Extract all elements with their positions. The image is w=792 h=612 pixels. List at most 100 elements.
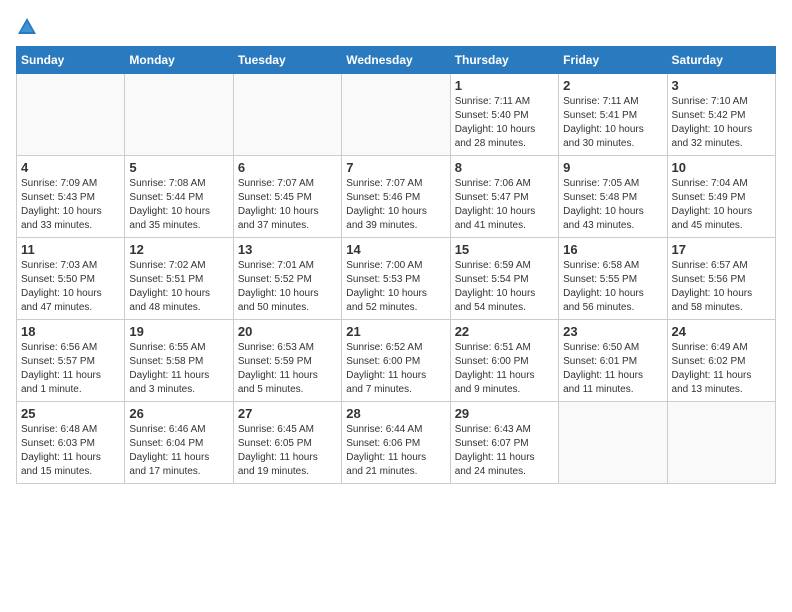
- day-number: 25: [21, 406, 120, 421]
- weekday-header-wednesday: Wednesday: [342, 47, 450, 74]
- calendar-cell: 14 Sunrise: 7:00 AM Sunset: 5:53 PM Dayli…: [342, 238, 450, 320]
- calendar-cell: 18 Sunrise: 6:56 AM Sunset: 5:57 PM Dayli…: [17, 320, 125, 402]
- calendar-cell: 2Sunrise: 7:11 AM Sunset: 5:41 PM Daylig…: [559, 74, 667, 156]
- day-number: 8: [455, 160, 554, 175]
- day-number: 22: [455, 324, 554, 339]
- calendar-cell: [125, 74, 233, 156]
- day-number: 16: [563, 242, 662, 257]
- calendar-cell: 27 Sunrise: 6:45 AM Sunset: 6:05 PM Dayli…: [233, 402, 341, 484]
- calendar-cell: 25 Sunrise: 6:48 AM Sunset: 6:03 PM Dayli…: [17, 402, 125, 484]
- day-info: Sunrise: 7:05 AM Sunset: 5:48 PM Dayligh…: [563, 177, 662, 233]
- day-info: Sunrise: 6:49 AM Sunset: 6:02 PM Dayligh…: [672, 341, 771, 397]
- day-number: 27: [238, 406, 337, 421]
- day-number: 24: [672, 324, 771, 339]
- day-info: Sunrise: 6:55 AM Sunset: 5:58 PM Dayligh…: [129, 341, 228, 397]
- week-row-2: 11 Sunrise: 7:03 AM Sunset: 5:50 PM Dayli…: [17, 238, 776, 320]
- logo: [16, 16, 42, 38]
- day-number: 6: [238, 160, 337, 175]
- day-info: Sunrise: 7:08 AM Sunset: 5:44 PM Dayligh…: [129, 177, 228, 233]
- day-info: Sunrise: 6:50 AM Sunset: 6:01 PM Dayligh…: [563, 341, 662, 397]
- day-info: Sunrise: 6:58 AM Sunset: 5:55 PM Dayligh…: [563, 259, 662, 315]
- day-info: Sunrise: 7:03 AM Sunset: 5:50 PM Dayligh…: [21, 259, 120, 315]
- day-info: Sunrise: 6:46 AM Sunset: 6:04 PM Dayligh…: [129, 423, 228, 479]
- day-info: Sunrise: 6:44 AM Sunset: 6:06 PM Dayligh…: [346, 423, 445, 479]
- day-number: 10: [672, 160, 771, 175]
- header: [16, 16, 776, 38]
- day-number: 12: [129, 242, 228, 257]
- day-info: Sunrise: 7:02 AM Sunset: 5:51 PM Dayligh…: [129, 259, 228, 315]
- calendar-cell: 26Sunrise: 6:46 AM Sunset: 6:04 PM Dayli…: [125, 402, 233, 484]
- day-number: 11: [21, 242, 120, 257]
- day-number: 21: [346, 324, 445, 339]
- day-info: Sunrise: 7:06 AM Sunset: 5:47 PM Dayligh…: [455, 177, 554, 233]
- day-number: 29: [455, 406, 554, 421]
- day-number: 5: [129, 160, 228, 175]
- day-number: 13: [238, 242, 337, 257]
- calendar-cell: 17 Sunrise: 6:57 AM Sunset: 5:56 PM Dayli…: [667, 238, 775, 320]
- day-info: Sunrise: 6:48 AM Sunset: 6:03 PM Dayligh…: [21, 423, 120, 479]
- day-info: Sunrise: 6:45 AM Sunset: 6:05 PM Dayligh…: [238, 423, 337, 479]
- calendar-cell: 19 Sunrise: 6:55 AM Sunset: 5:58 PM Dayli…: [125, 320, 233, 402]
- day-number: 28: [346, 406, 445, 421]
- weekday-header-row: SundayMondayTuesdayWednesdayThursdayFrid…: [17, 47, 776, 74]
- week-row-1: 4 Sunrise: 7:09 AM Sunset: 5:43 PM Daylig…: [17, 156, 776, 238]
- weekday-header-thursday: Thursday: [450, 47, 558, 74]
- day-info: Sunrise: 7:01 AM Sunset: 5:52 PM Dayligh…: [238, 259, 337, 315]
- day-info: Sunrise: 7:04 AM Sunset: 5:49 PM Dayligh…: [672, 177, 771, 233]
- calendar-cell: 15 Sunrise: 6:59 AM Sunset: 5:54 PM Dayli…: [450, 238, 558, 320]
- calendar-cell: 10 Sunrise: 7:04 AM Sunset: 5:49 PM Dayli…: [667, 156, 775, 238]
- day-info: Sunrise: 7:10 AM Sunset: 5:42 PM Dayligh…: [672, 95, 771, 151]
- calendar-cell: 12 Sunrise: 7:02 AM Sunset: 5:51 PM Dayli…: [125, 238, 233, 320]
- calendar-cell: 24 Sunrise: 6:49 AM Sunset: 6:02 PM Dayli…: [667, 320, 775, 402]
- calendar-cell: 28 Sunrise: 6:44 AM Sunset: 6:06 PM Dayli…: [342, 402, 450, 484]
- logo-icon: [16, 16, 38, 38]
- day-info: Sunrise: 7:07 AM Sunset: 5:46 PM Dayligh…: [346, 177, 445, 233]
- day-number: 14: [346, 242, 445, 257]
- day-info: Sunrise: 6:53 AM Sunset: 5:59 PM Dayligh…: [238, 341, 337, 397]
- calendar-cell: [667, 402, 775, 484]
- calendar-cell: [233, 74, 341, 156]
- weekday-header-saturday: Saturday: [667, 47, 775, 74]
- week-row-4: 25 Sunrise: 6:48 AM Sunset: 6:03 PM Dayli…: [17, 402, 776, 484]
- day-info: Sunrise: 7:00 AM Sunset: 5:53 PM Dayligh…: [346, 259, 445, 315]
- day-info: Sunrise: 6:57 AM Sunset: 5:56 PM Dayligh…: [672, 259, 771, 315]
- calendar-cell: 22 Sunrise: 6:51 AM Sunset: 6:00 PM Dayli…: [450, 320, 558, 402]
- calendar-cell: 1Sunrise: 7:11 AM Sunset: 5:40 PM Daylig…: [450, 74, 558, 156]
- calendar-cell: 23 Sunrise: 6:50 AM Sunset: 6:01 PM Dayli…: [559, 320, 667, 402]
- calendar-cell: [17, 74, 125, 156]
- calendar-cell: 8 Sunrise: 7:06 AM Sunset: 5:47 PM Daylig…: [450, 156, 558, 238]
- calendar-cell: 7 Sunrise: 7:07 AM Sunset: 5:46 PM Daylig…: [342, 156, 450, 238]
- calendar-cell: 9 Sunrise: 7:05 AM Sunset: 5:48 PM Daylig…: [559, 156, 667, 238]
- calendar-cell: 13 Sunrise: 7:01 AM Sunset: 5:52 PM Dayli…: [233, 238, 341, 320]
- day-number: 9: [563, 160, 662, 175]
- week-row-3: 18 Sunrise: 6:56 AM Sunset: 5:57 PM Dayli…: [17, 320, 776, 402]
- weekday-header-monday: Monday: [125, 47, 233, 74]
- day-info: Sunrise: 7:09 AM Sunset: 5:43 PM Dayligh…: [21, 177, 120, 233]
- day-number: 23: [563, 324, 662, 339]
- week-row-0: 1Sunrise: 7:11 AM Sunset: 5:40 PM Daylig…: [17, 74, 776, 156]
- day-info: Sunrise: 6:56 AM Sunset: 5:57 PM Dayligh…: [21, 341, 120, 397]
- day-number: 19: [129, 324, 228, 339]
- day-number: 20: [238, 324, 337, 339]
- day-number: 7: [346, 160, 445, 175]
- calendar-cell: 3Sunrise: 7:10 AM Sunset: 5:42 PM Daylig…: [667, 74, 775, 156]
- calendar-cell: 21 Sunrise: 6:52 AM Sunset: 6:00 PM Dayli…: [342, 320, 450, 402]
- weekday-header-friday: Friday: [559, 47, 667, 74]
- day-number: 17: [672, 242, 771, 257]
- day-number: 18: [21, 324, 120, 339]
- day-number: 15: [455, 242, 554, 257]
- weekday-header-tuesday: Tuesday: [233, 47, 341, 74]
- calendar-cell: 6Sunrise: 7:07 AM Sunset: 5:45 PM Daylig…: [233, 156, 341, 238]
- calendar-cell: 11 Sunrise: 7:03 AM Sunset: 5:50 PM Dayli…: [17, 238, 125, 320]
- day-info: Sunrise: 6:52 AM Sunset: 6:00 PM Dayligh…: [346, 341, 445, 397]
- weekday-header-sunday: Sunday: [17, 47, 125, 74]
- day-info: Sunrise: 6:59 AM Sunset: 5:54 PM Dayligh…: [455, 259, 554, 315]
- day-number: 1: [455, 78, 554, 93]
- calendar-cell: 4 Sunrise: 7:09 AM Sunset: 5:43 PM Daylig…: [17, 156, 125, 238]
- day-number: 4: [21, 160, 120, 175]
- day-info: Sunrise: 7:11 AM Sunset: 5:41 PM Dayligh…: [563, 95, 662, 151]
- calendar-cell: [559, 402, 667, 484]
- day-info: Sunrise: 6:51 AM Sunset: 6:00 PM Dayligh…: [455, 341, 554, 397]
- calendar-cell: 29Sunrise: 6:43 AM Sunset: 6:07 PM Dayli…: [450, 402, 558, 484]
- calendar: SundayMondayTuesdayWednesdayThursdayFrid…: [16, 46, 776, 484]
